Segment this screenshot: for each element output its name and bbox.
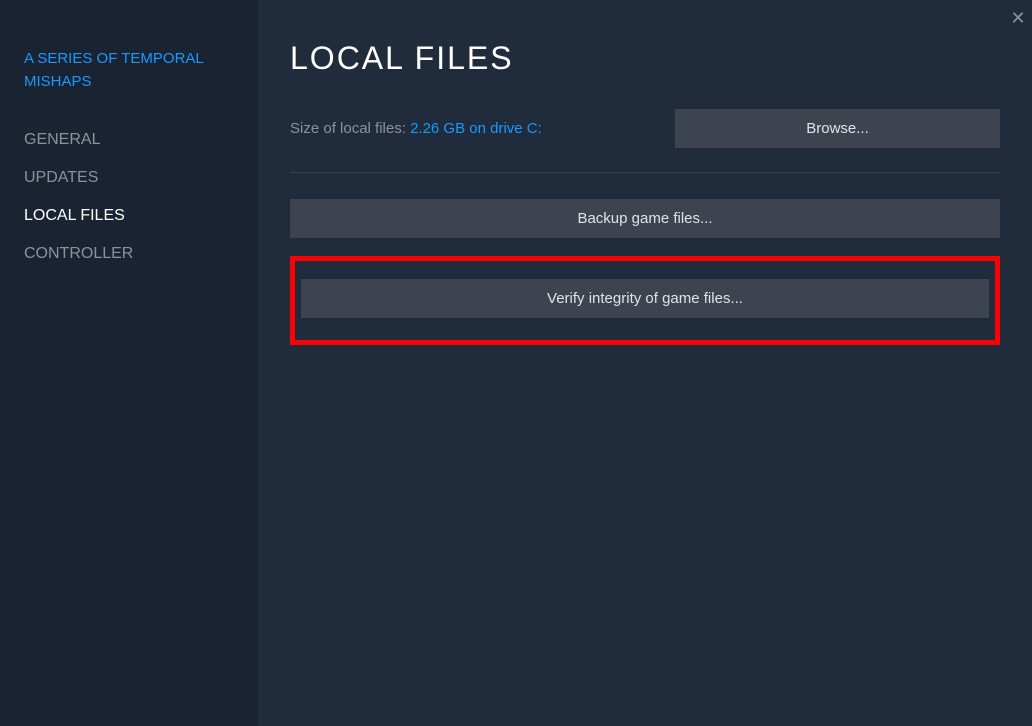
size-link[interactable]: 2.26 GB on drive C: — [410, 120, 542, 137]
size-text: Size of local files: 2.26 GB on drive C: — [290, 120, 542, 137]
sidebar: A SERIES OF TEMPORAL MISHAPS GENERAL UPD… — [0, 0, 258, 726]
nav-item-controller[interactable]: CONTROLLER — [24, 235, 234, 273]
size-label: Size of local files: — [290, 120, 410, 137]
game-title-link[interactable]: A SERIES OF TEMPORAL MISHAPS — [24, 48, 234, 93]
nav-item-local-files[interactable]: LOCAL FILES — [24, 197, 234, 235]
divider — [290, 172, 1000, 173]
nav-item-general[interactable]: GENERAL — [24, 121, 234, 159]
highlight-annotation: Verify integrity of game files... — [290, 256, 1000, 345]
browse-button[interactable]: Browse... — [675, 109, 1000, 148]
size-row: Size of local files: 2.26 GB on drive C:… — [290, 109, 1000, 148]
backup-button[interactable]: Backup game files... — [290, 199, 1000, 238]
nav-item-updates[interactable]: UPDATES — [24, 159, 234, 197]
close-icon[interactable]: ✕ — [1008, 8, 1028, 29]
main-panel: ✕ LOCAL FILES Size of local files: 2.26 … — [258, 0, 1032, 726]
verify-integrity-button[interactable]: Verify integrity of game files... — [301, 279, 989, 318]
page-title: LOCAL FILES — [290, 40, 1000, 77]
